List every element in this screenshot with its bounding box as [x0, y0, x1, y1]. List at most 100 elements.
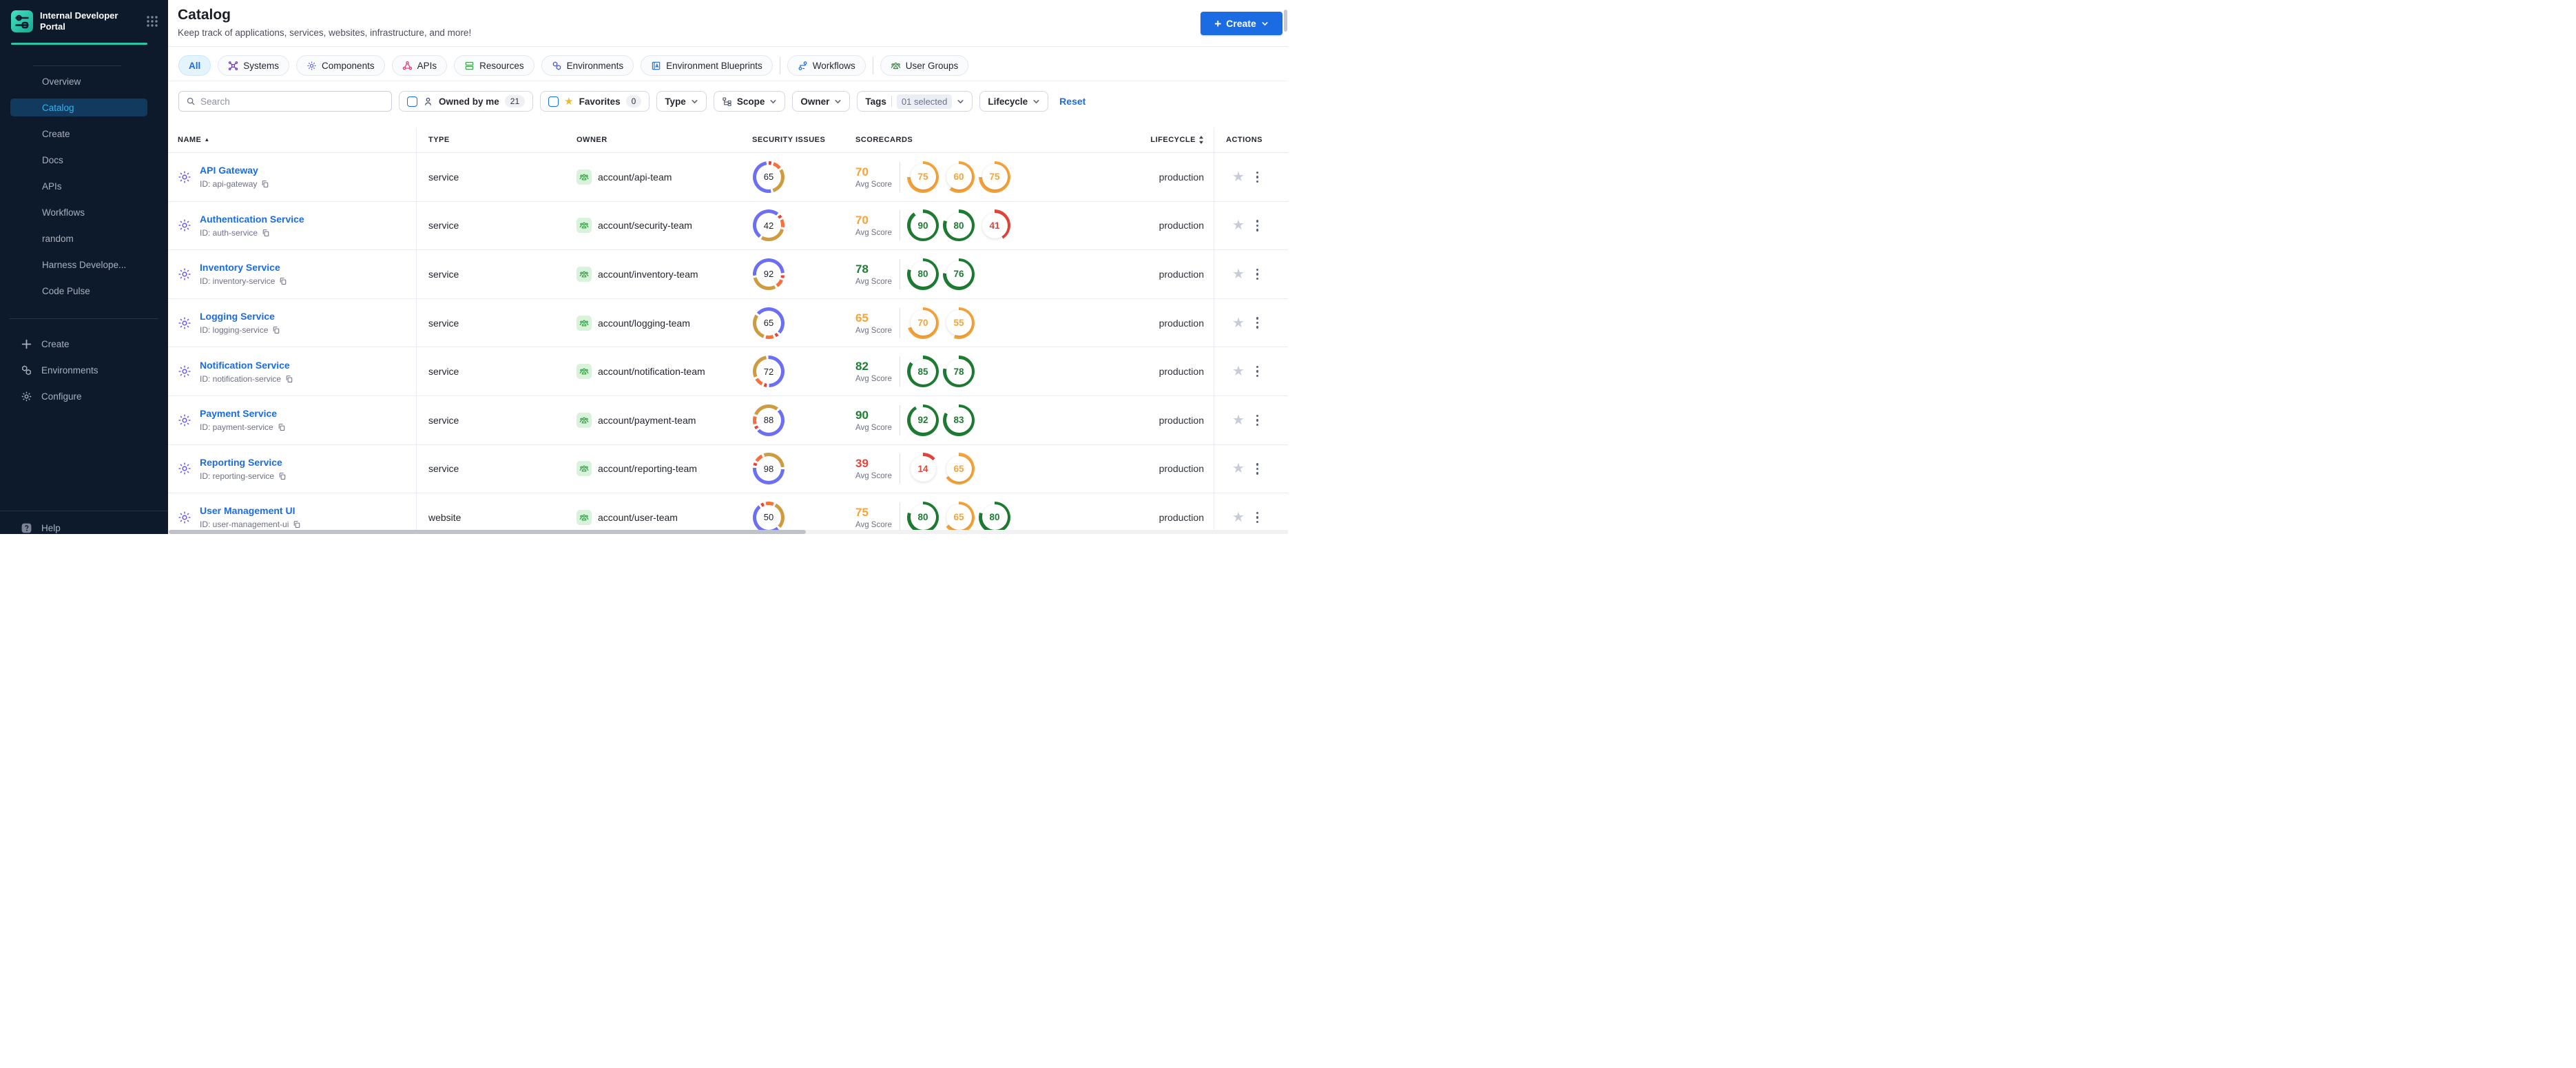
- tab-user-groups[interactable]: User Groups: [880, 55, 969, 76]
- sidebar-item-help[interactable]: Help: [21, 522, 61, 534]
- name-cell: Inventory Service ID: inventory-service: [168, 262, 416, 286]
- lifecycle-value: production: [1159, 317, 1204, 329]
- tags-dropdown[interactable]: Tags 01 selected: [857, 91, 973, 112]
- type-cell: service: [428, 317, 459, 329]
- entity-name-link[interactable]: API Gateway: [200, 165, 258, 176]
- owned-by-me-filter[interactable]: Owned by me 21: [399, 91, 534, 112]
- tab-environments[interactable]: Environments: [541, 55, 634, 76]
- sidebar-item-overview[interactable]: Overview: [0, 68, 168, 94]
- kebab-menu-icon[interactable]: [1255, 316, 1260, 330]
- tab-resources[interactable]: Resources: [454, 55, 534, 76]
- tab-apis[interactable]: APIs: [391, 55, 448, 76]
- type-cell: service: [428, 414, 459, 426]
- kebab-menu-icon[interactable]: [1255, 462, 1260, 476]
- person-icon: [423, 96, 433, 107]
- tab-components[interactable]: Components: [296, 55, 385, 76]
- tags-selected-pill: 01 selected: [896, 94, 953, 109]
- reset-filters-link[interactable]: Reset: [1059, 96, 1086, 107]
- scorecard-rings: 90 80 41: [907, 209, 1010, 242]
- sidebar-item-catalog[interactable]: Catalog: [0, 94, 168, 121]
- favorite-star-icon[interactable]: [1232, 170, 1245, 184]
- sidebar-item-docs[interactable]: Docs: [0, 147, 168, 173]
- favorite-star-icon[interactable]: [1232, 511, 1245, 524]
- plus-icon: [21, 338, 32, 350]
- search-input[interactable]: [200, 96, 384, 107]
- app-switcher-grid-icon[interactable]: [146, 15, 158, 28]
- tab-workflows[interactable]: Workflows: [787, 55, 866, 76]
- sidebar-item-create[interactable]: Create: [0, 121, 168, 147]
- service-gear-icon: [177, 170, 192, 185]
- create-button[interactable]: + Create: [1201, 12, 1282, 35]
- kebab-menu-icon[interactable]: [1255, 413, 1260, 428]
- owner-cell: account/reporting-team: [565, 461, 747, 477]
- column-header-name[interactable]: NAME ▲: [168, 136, 416, 144]
- copy-icon[interactable]: [278, 423, 286, 431]
- kebab-menu-icon[interactable]: [1255, 170, 1260, 185]
- vertical-scrollbar-thumb[interactable]: [1284, 10, 1287, 32]
- favorite-star-icon[interactable]: [1232, 413, 1245, 427]
- entity-name-link[interactable]: Inventory Service: [200, 262, 280, 273]
- copy-icon[interactable]: [278, 472, 287, 480]
- column-header-scorecards: SCORECARDS: [855, 136, 913, 144]
- sidebar-item-harness-develope[interactable]: Harness Develope...: [0, 251, 168, 278]
- create-button-label: Create: [1226, 18, 1256, 29]
- avg-score-label: Avg Score: [855, 375, 892, 384]
- sort-icon: [1198, 136, 1204, 144]
- kebab-menu-icon[interactable]: [1255, 267, 1260, 282]
- scorecard-ring: 80: [979, 501, 1010, 533]
- entity-name-link[interactable]: Payment Service: [200, 408, 277, 419]
- kebab-menu-icon[interactable]: [1255, 364, 1260, 379]
- owned-by-me-checkbox[interactable]: [407, 96, 417, 107]
- security-issues-cell: 72: [747, 356, 851, 388]
- owner-name: account/reporting-team: [598, 463, 697, 475]
- lifecycle-value: production: [1159, 366, 1204, 378]
- entity-name-link[interactable]: Reporting Service: [200, 457, 282, 468]
- avg-score-label: Avg Score: [855, 277, 892, 286]
- tab-all[interactable]: All: [178, 55, 211, 76]
- scope-dropdown[interactable]: Scope: [713, 91, 786, 112]
- favorite-star-icon[interactable]: [1232, 364, 1245, 378]
- favorite-star-icon[interactable]: [1232, 316, 1245, 330]
- sidebar-bottom-item-environments[interactable]: Environments: [0, 357, 168, 383]
- sidebar-bottom-item-create[interactable]: Create: [0, 331, 168, 357]
- copy-icon[interactable]: [261, 180, 269, 188]
- sidebar-item-code-pulse[interactable]: Code Pulse: [0, 278, 168, 304]
- column-header-lifecycle[interactable]: LIFECYCLE: [1143, 136, 1214, 144]
- name-cell: Authentication Service ID: auth-service: [168, 214, 416, 238]
- entity-id: ID: user-management-ui: [200, 520, 289, 530]
- owner-dropdown[interactable]: Owner: [792, 91, 851, 112]
- favorite-star-icon[interactable]: [1232, 218, 1245, 232]
- sidebar-bottom-item-configure[interactable]: Configure: [0, 383, 168, 409]
- favorite-star-icon[interactable]: [1232, 462, 1245, 475]
- favorite-star-icon[interactable]: [1232, 267, 1245, 281]
- type-dropdown[interactable]: Type: [656, 91, 707, 112]
- entity-name-link[interactable]: User Management UI: [200, 505, 295, 516]
- avg-score-value: 70: [855, 165, 869, 178]
- scorecard-value: 65: [953, 512, 964, 523]
- entity-name-link[interactable]: Authentication Service: [200, 214, 304, 225]
- copy-icon[interactable]: [293, 520, 301, 528]
- kebab-menu-icon[interactable]: [1255, 511, 1260, 525]
- sidebar-item-workflows[interactable]: Workflows: [0, 199, 168, 225]
- type-cell: service: [428, 463, 459, 475]
- avg-score-label: Avg Score: [855, 326, 892, 335]
- tab-systems[interactable]: Systems: [218, 55, 290, 76]
- entity-name-link[interactable]: Notification Service: [200, 360, 290, 371]
- horizontal-scrollbar-thumb[interactable]: [169, 530, 806, 534]
- entity-name-link[interactable]: Logging Service: [200, 311, 275, 322]
- copy-icon[interactable]: [285, 375, 293, 383]
- favorites-filter[interactable]: ★ Favorites 0: [540, 91, 650, 112]
- lifecycle-dropdown[interactable]: Lifecycle: [979, 91, 1049, 112]
- copy-icon[interactable]: [262, 229, 270, 237]
- copy-icon[interactable]: [279, 277, 287, 285]
- owner-name: account/inventory-team: [598, 268, 698, 280]
- sidebar-item-apis[interactable]: APIs: [0, 173, 168, 199]
- sidebar-item-random[interactable]: random: [0, 225, 168, 251]
- tab-environment-blueprints[interactable]: Environment Blueprints: [641, 55, 773, 76]
- tab-label: Environments: [566, 60, 624, 71]
- lifecycle-cell: production: [1143, 512, 1214, 523]
- security-issues-gauge: 72: [753, 356, 785, 388]
- copy-icon[interactable]: [272, 326, 280, 334]
- favorites-checkbox[interactable]: [548, 96, 559, 107]
- kebab-menu-icon[interactable]: [1255, 218, 1260, 233]
